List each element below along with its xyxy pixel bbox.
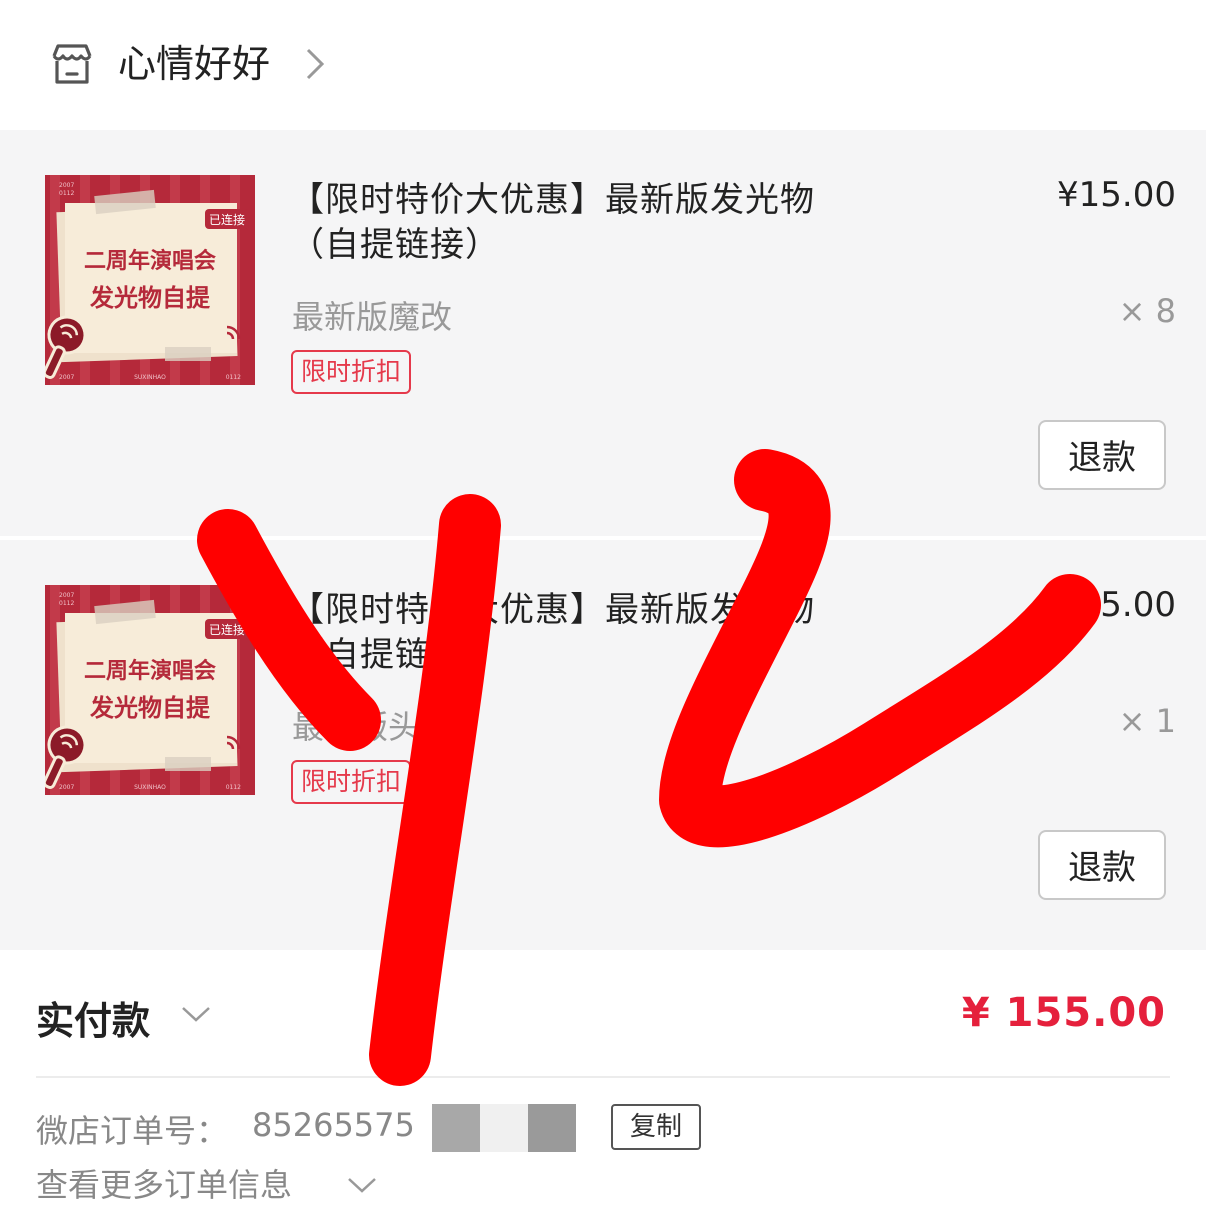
shop-icon — [52, 44, 92, 84]
svg-text:0112: 0112 — [226, 374, 241, 381]
chevron-down-icon[interactable] — [346, 1174, 378, 1196]
redaction-block — [480, 1104, 528, 1152]
svg-text:2007: 2007 — [59, 182, 74, 189]
discount-tag: 限时折扣 — [291, 760, 412, 804]
svg-text:二周年演唱会: 二周年演唱会 — [84, 248, 216, 274]
product-title[interactable]: 【限时特价大优惠】最新版发光物（自提链接） — [290, 178, 850, 268]
divider — [36, 1076, 1170, 1078]
redaction-block — [432, 1104, 480, 1152]
svg-text:2007: 2007 — [59, 374, 74, 381]
svg-text:SUXINHAO: SUXINHAO — [134, 374, 166, 381]
product-quantity: × 8 — [1118, 292, 1176, 330]
svg-text:已连接: 已连接 — [209, 212, 245, 227]
paid-amount: ¥ 155.00 — [961, 990, 1166, 1036]
more-order-info-label[interactable]: 查看更多订单信息 — [36, 1166, 292, 1204]
svg-text:发光物自提: 发光物自提 — [89, 694, 211, 722]
copy-button[interactable]: 复制 — [611, 1104, 701, 1150]
discount-tag: 限时折扣 — [291, 350, 412, 394]
refund-button[interactable]: 退款 — [1038, 420, 1166, 490]
svg-text:已连接: 已连接 — [209, 622, 245, 637]
svg-text:0112: 0112 — [226, 784, 241, 791]
order-number-label: 微店订单号： — [36, 1112, 229, 1150]
order-number: 85265575 — [252, 1106, 415, 1144]
product-title[interactable]: 【限时特价大优惠】最新版发光物（自提链接） — [290, 588, 850, 678]
paid-label: 实付款 — [36, 999, 151, 1043]
product-price: ¥15.00 — [1057, 175, 1176, 215]
product-thumbnail[interactable]: 已连接 二周年演唱会 发光物自提 2007 0112 2007 SUXINHAO… — [45, 585, 255, 795]
refund-button[interactable]: 退款 — [1038, 830, 1166, 900]
more-order-info[interactable]: 查看更多订单信息 — [36, 1160, 376, 1210]
chevron-right-icon[interactable] — [300, 44, 330, 84]
order-item[interactable]: 已连接 二周年演唱会 发光物自提 2007 0112 2007 SUXINHAO… — [0, 540, 1206, 950]
shop-header[interactable]: 心情好好 — [0, 0, 1206, 130]
chevron-down-icon[interactable] — [180, 1002, 212, 1026]
svg-text:2007: 2007 — [59, 784, 74, 791]
svg-text:2007: 2007 — [59, 592, 74, 599]
svg-text:0112: 0112 — [59, 190, 74, 197]
order-item[interactable]: 已连接 二周年演唱会 发光物自提 2007 0112 2007 SUXINHAO… — [0, 130, 1206, 540]
product-price: ¥15.00 — [1057, 585, 1176, 625]
shop-name[interactable]: 心情好好 — [118, 38, 270, 90]
svg-text:二周年演唱会: 二周年演唱会 — [84, 658, 216, 684]
product-spec: 最新版头 — [292, 708, 421, 746]
svg-text:发光物自提: 发光物自提 — [89, 284, 211, 312]
svg-text:SUXINHAO: SUXINHAO — [134, 784, 166, 791]
svg-text:0112: 0112 — [59, 600, 74, 607]
product-thumbnail[interactable]: 已连接 二周年演唱会 发光物自提 2007 0112 2007 SUXINHAO… — [45, 175, 255, 385]
paid-summary[interactable]: 实付款 ¥ 155.00 — [0, 950, 1206, 1078]
redaction-block — [528, 1104, 576, 1152]
product-spec: 最新版魔改 — [292, 298, 453, 336]
product-quantity: × 1 — [1118, 702, 1176, 740]
